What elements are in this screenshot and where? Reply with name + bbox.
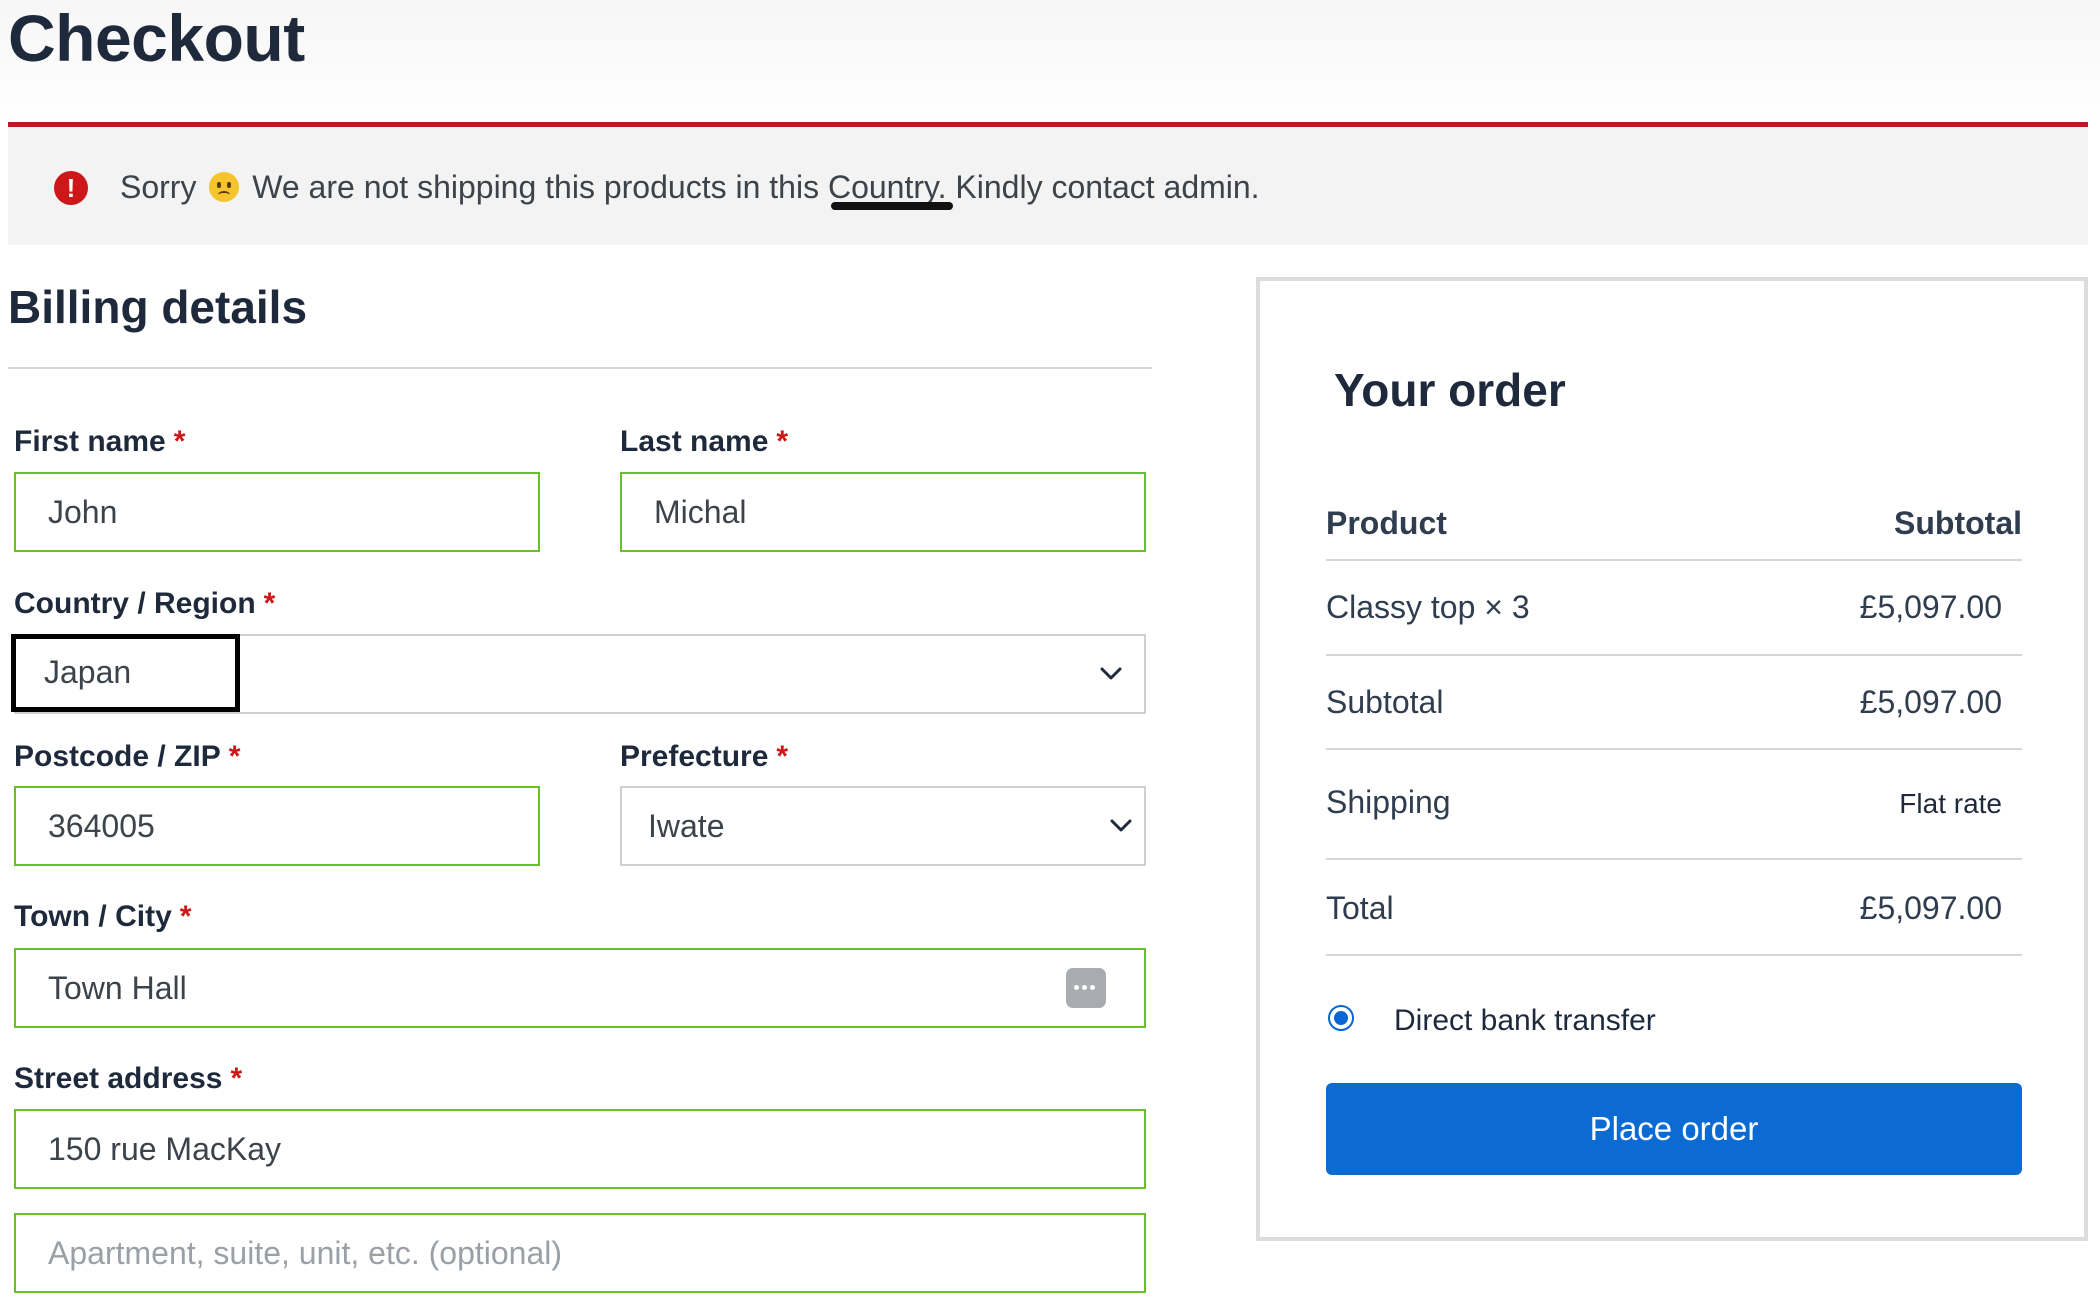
subtotal-value: £5,097.00 xyxy=(1859,684,2002,720)
postcode-label-text: Postcode / ZIP xyxy=(14,740,221,773)
total-value: £5,097.00 xyxy=(1859,890,2002,926)
notice-message: Sorry We are not shipping this products … xyxy=(120,169,1260,206)
street-label-text: Street address xyxy=(14,1062,223,1095)
order-item-row: Classy top × 3 £5,097.00 xyxy=(1326,561,2022,656)
last-name-field[interactable]: Michal xyxy=(620,472,1146,552)
city-label-text: Town / City xyxy=(14,900,172,933)
city-value: Town Hall xyxy=(48,970,187,1006)
chevron-down-icon xyxy=(1110,819,1132,832)
notice-text-sorry: Sorry xyxy=(120,169,197,205)
postcode-label: Postcode / ZIP * xyxy=(14,740,240,774)
street-label: Street address * xyxy=(14,1062,242,1096)
prefecture-label-text: Prefecture xyxy=(620,740,769,773)
last-name-label-text: Last name xyxy=(620,425,769,458)
order-heading: Your order xyxy=(1334,364,1566,416)
payment-radio-bank-transfer[interactable] xyxy=(1328,1005,1354,1031)
first-name-label-text: First name xyxy=(14,425,166,458)
col-subtotal: Subtotal xyxy=(1894,505,2022,541)
required-mark: * xyxy=(173,425,186,458)
prefecture-select[interactable]: Iwate xyxy=(620,786,1146,866)
required-mark: * xyxy=(263,587,276,620)
postcode-field[interactable]: 364005 xyxy=(14,786,540,866)
required-mark: * xyxy=(179,900,192,933)
shipping-value: Flat rate xyxy=(1899,788,2002,819)
total-label: Total xyxy=(1326,890,1394,926)
shipping-row: Shipping Flat rate xyxy=(1326,750,2022,860)
chevron-down-icon xyxy=(1100,667,1122,680)
total-row: Total £5,097.00 xyxy=(1326,860,2022,956)
country-label: Country / Region * xyxy=(14,587,275,621)
header-band xyxy=(0,0,2100,125)
country-value: Japan xyxy=(44,654,132,690)
prefecture-label: Prefecture * xyxy=(620,740,788,774)
subtotal-row: Subtotal £5,097.00 xyxy=(1326,656,2022,750)
first-name-label: First name * xyxy=(14,425,185,459)
exclamation-icon: ! xyxy=(54,171,88,205)
error-notice: ! Sorry We are not shipping this product… xyxy=(8,122,2088,245)
city-field[interactable]: Town Hall xyxy=(14,948,1146,1028)
required-mark: * xyxy=(776,740,789,773)
street-address-field[interactable]: 150 rue MacKay xyxy=(14,1109,1146,1189)
payment-method-label: Direct bank transfer xyxy=(1394,1004,1656,1037)
subtotal-label: Subtotal xyxy=(1326,684,1444,720)
shipping-label: Shipping xyxy=(1326,784,1451,820)
first-name-value: John xyxy=(48,494,118,530)
item-price: £5,097.00 xyxy=(1859,589,2002,625)
required-mark: * xyxy=(230,1062,243,1095)
sad-face-icon xyxy=(209,172,240,202)
item-name: Classy top × 3 xyxy=(1326,589,1530,625)
billing-heading: Billing details xyxy=(8,281,308,333)
order-table-header: Product Subtotal xyxy=(1326,491,2022,561)
street-address-value: 150 rue MacKay xyxy=(48,1131,282,1167)
street-address-line2-field[interactable]: Apartment, suite, unit, etc. (optional) xyxy=(14,1213,1146,1293)
required-mark: * xyxy=(776,425,789,458)
postcode-value: 364005 xyxy=(48,808,155,844)
first-name-field[interactable]: John xyxy=(14,472,540,552)
prefecture-value: Iwate xyxy=(648,808,725,844)
place-order-button[interactable]: Place order xyxy=(1326,1083,2022,1175)
street-line2-placeholder: Apartment, suite, unit, etc. (optional) xyxy=(48,1235,563,1271)
order-summary: Your order Product Subtotal Classy top ×… xyxy=(1256,277,2088,1241)
col-product: Product xyxy=(1326,505,1447,541)
last-name-value: Michal xyxy=(654,494,747,530)
autofill-icon[interactable] xyxy=(1066,968,1106,1008)
last-name-label: Last name * xyxy=(620,425,788,459)
billing-divider xyxy=(8,367,1152,369)
city-label: Town / City * xyxy=(14,900,191,934)
notice-text-main: We are not shipping this products in thi… xyxy=(252,169,1260,205)
country-label-text: Country / Region xyxy=(14,587,256,620)
text-cursor-underline xyxy=(831,202,953,210)
required-mark: * xyxy=(228,740,241,773)
page-title: Checkout xyxy=(8,1,305,75)
country-selected-value[interactable]: Japan xyxy=(11,634,240,712)
